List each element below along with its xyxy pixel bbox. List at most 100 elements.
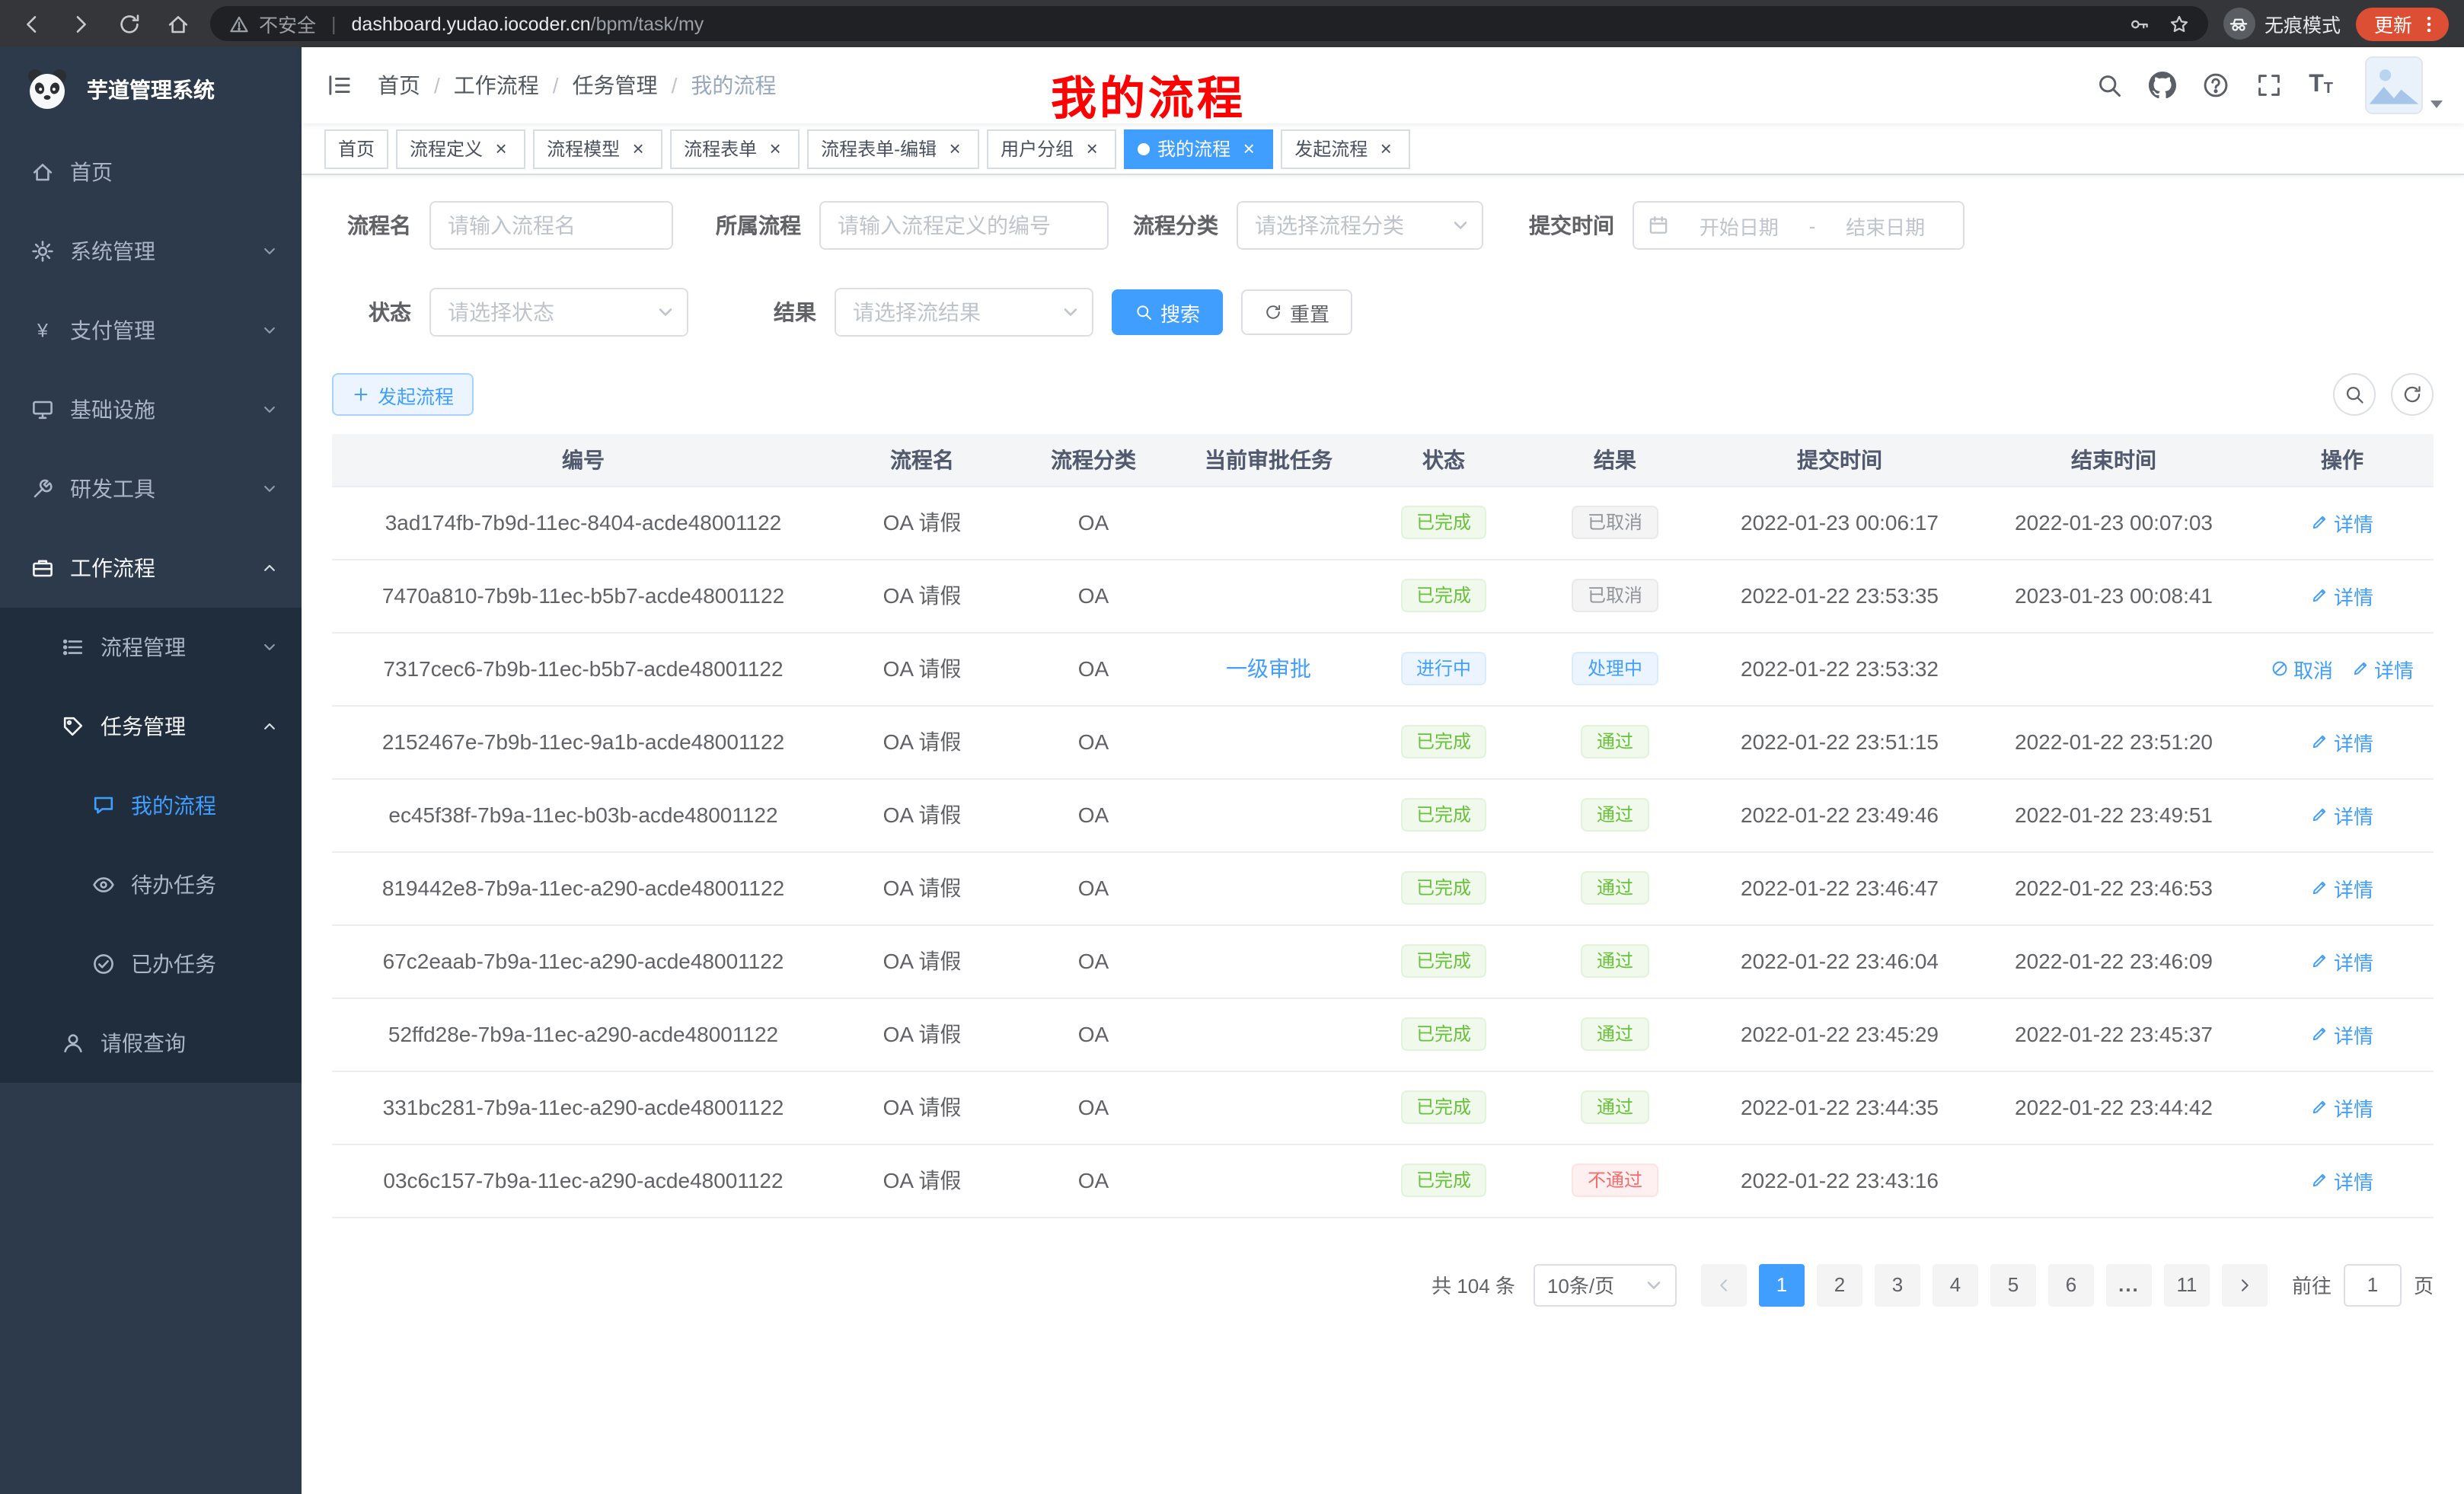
start-process-button[interactable]: 发起流程	[332, 373, 474, 416]
category-select[interactable]: 请选择流程分类	[1237, 201, 1483, 250]
github-icon[interactable]	[2149, 72, 2176, 99]
detail-action-button[interactable]: 详情	[2311, 508, 2373, 537]
page-button[interactable]: 11	[2164, 1263, 2210, 1306]
incognito-chip[interactable]: 无痕模式	[2223, 8, 2341, 40]
edit-icon	[2311, 733, 2329, 751]
action-label: 详情	[2334, 1093, 2373, 1122]
page-button[interactable]: 6	[2048, 1263, 2094, 1306]
tab-my-process[interactable]: 我的流程×	[1124, 129, 1273, 168]
tab-process-definition[interactable]: 流程定义×	[396, 129, 525, 168]
status-badge: 已完成	[1401, 871, 1486, 905]
reset-button[interactable]: 重置	[1241, 289, 1352, 335]
edit-icon	[2311, 1025, 2329, 1043]
detail-action-button[interactable]: 详情	[2311, 873, 2373, 902]
refresh-table-button[interactable]	[2391, 373, 2434, 416]
column-header: 结果	[1527, 434, 1703, 486]
page-jump-input[interactable]	[2344, 1263, 2402, 1306]
page-button[interactable]: 5	[1990, 1263, 2036, 1306]
tab-label: 用户分组	[1001, 136, 1074, 161]
tab-home[interactable]: 首页	[324, 129, 388, 168]
sidebar-item-system[interactable]: 系统管理	[0, 212, 302, 291]
action-label: 详情	[2334, 947, 2373, 975]
sidebar-toggle-button[interactable]	[302, 72, 378, 99]
page-button[interactable]: 1	[1759, 1263, 1805, 1306]
close-icon[interactable]: ×	[944, 138, 965, 159]
detail-action-button[interactable]: 详情	[2311, 727, 2373, 756]
close-icon[interactable]: ×	[1238, 138, 1259, 159]
detail-action-button[interactable]: 详情	[2311, 800, 2373, 829]
bookmark-star-icon[interactable]	[2169, 13, 2190, 34]
tab-process-form[interactable]: 流程表单 ×	[670, 129, 800, 168]
tab-start-process[interactable]: 发起流程×	[1281, 129, 1410, 168]
close-icon[interactable]: ×	[490, 138, 512, 159]
sidebar-item-dev-tools[interactable]: 研发工具	[0, 449, 302, 528]
tab-label: 首页	[338, 136, 375, 161]
user-menu[interactable]	[2365, 56, 2443, 114]
back-icon[interactable]	[20, 11, 44, 36]
next-page-button[interactable]	[2222, 1263, 2268, 1306]
refresh-icon	[1264, 303, 1282, 321]
cell-submit-time: 2022-01-23 00:06:17	[1703, 486, 1977, 559]
cancel-action-button[interactable]: 取消	[2271, 654, 2333, 683]
search-button[interactable]: 搜索	[1112, 289, 1223, 335]
detail-action-button[interactable]: 详情	[2311, 947, 2373, 975]
close-icon[interactable]: ×	[764, 138, 786, 159]
key-icon[interactable]	[2129, 13, 2150, 34]
sidebar-item-leave-query[interactable]: 请假查询	[0, 1004, 302, 1083]
page-button[interactable]: 2	[1817, 1263, 1862, 1306]
sidebar-item-done-task[interactable]: 已办任务	[0, 924, 302, 1004]
page-size-select[interactable]: 10条/页	[1534, 1263, 1677, 1306]
tab-process-form-edit[interactable]: 流程表单-编辑×	[807, 129, 979, 168]
sidebar-item-home[interactable]: 首页	[0, 132, 302, 212]
result-select[interactable]: 请选择流结果	[835, 288, 1093, 337]
breadcrumb-item[interactable]: 首页	[378, 70, 420, 101]
sidebar-item-process-management[interactable]: 流程管理	[0, 608, 302, 687]
toggle-search-button[interactable]	[2333, 373, 2376, 416]
prev-page-button[interactable]	[1701, 1263, 1747, 1306]
tab-process-model[interactable]: 流程模型×	[533, 129, 662, 168]
forward-icon[interactable]	[69, 11, 93, 36]
search-icon[interactable]	[2095, 72, 2123, 99]
reload-icon[interactable]	[117, 11, 142, 36]
close-icon[interactable]: ×	[1081, 138, 1103, 159]
submit-time-label: 提交时间	[1520, 210, 1614, 241]
page-button[interactable]: 3	[1875, 1263, 1920, 1306]
current-task-link[interactable]: 一级审批	[1226, 656, 1311, 681]
avatar[interactable]	[2365, 56, 2423, 114]
page-content: 流程名 所属流程 流程分类 请选择流程分类	[302, 175, 2464, 1494]
detail-action-button[interactable]: 详情	[2311, 1093, 2373, 1122]
help-icon[interactable]	[2202, 72, 2229, 99]
sidebar-item-workflow[interactable]: 工作流程	[0, 528, 302, 608]
detail-action-button[interactable]: 详情	[2351, 654, 2414, 683]
address-bar[interactable]: 不安全 | dashboard.yudao.iocoder.cn/bpm/tas…	[210, 6, 2208, 41]
sidebar-item-infrastructure[interactable]: 基础设施	[0, 370, 302, 449]
detail-action-button[interactable]: 详情	[2311, 1166, 2373, 1195]
pagination-more[interactable]: ...	[2106, 1263, 2152, 1306]
browser-home-icon[interactable]	[166, 11, 190, 36]
tab-label: 流程表单	[684, 136, 757, 161]
detail-action-button[interactable]: 详情	[2311, 1020, 2373, 1049]
update-button[interactable]: 更新	[2356, 7, 2449, 40]
date-range-picker[interactable]: 开始日期 - 结束日期	[1633, 201, 1964, 250]
process-name-input[interactable]	[429, 201, 673, 250]
page-button[interactable]: 4	[1933, 1263, 1978, 1306]
tab-user-group[interactable]: 用户分组 ×	[987, 129, 1116, 168]
close-icon[interactable]: ×	[627, 138, 649, 159]
breadcrumb-item[interactable]: 任务管理	[573, 70, 658, 101]
sidebar-item-payment[interactable]: ¥支付管理	[0, 291, 302, 370]
sidebar-item-todo-task[interactable]: 待办任务	[0, 845, 302, 924]
fullscreen-icon[interactable]	[2255, 72, 2283, 99]
sidebar-item-my-process[interactable]: 我的流程	[0, 766, 302, 845]
detail-action-button[interactable]: 详情	[2311, 581, 2373, 610]
breadcrumb-item[interactable]: 工作流程	[454, 70, 539, 101]
app-logo[interactable]: 芋道管理系统	[0, 47, 302, 132]
result-badge: 通过	[1581, 871, 1649, 905]
close-icon[interactable]: ×	[1375, 138, 1396, 159]
status-select[interactable]: 请选择状态	[429, 288, 688, 337]
sidebar-item-task-management[interactable]: 任务管理	[0, 687, 302, 766]
browser-menu-icon[interactable]	[2418, 13, 2440, 34]
font-size-icon[interactable]: TT	[2309, 73, 2333, 97]
cancel-icon	[2271, 659, 2289, 678]
process-table: 编号流程名流程分类当前审批任务状态结果提交时间结束时间操作 3ad174fb-7…	[332, 434, 2434, 1218]
owner-process-input[interactable]	[819, 201, 1109, 250]
